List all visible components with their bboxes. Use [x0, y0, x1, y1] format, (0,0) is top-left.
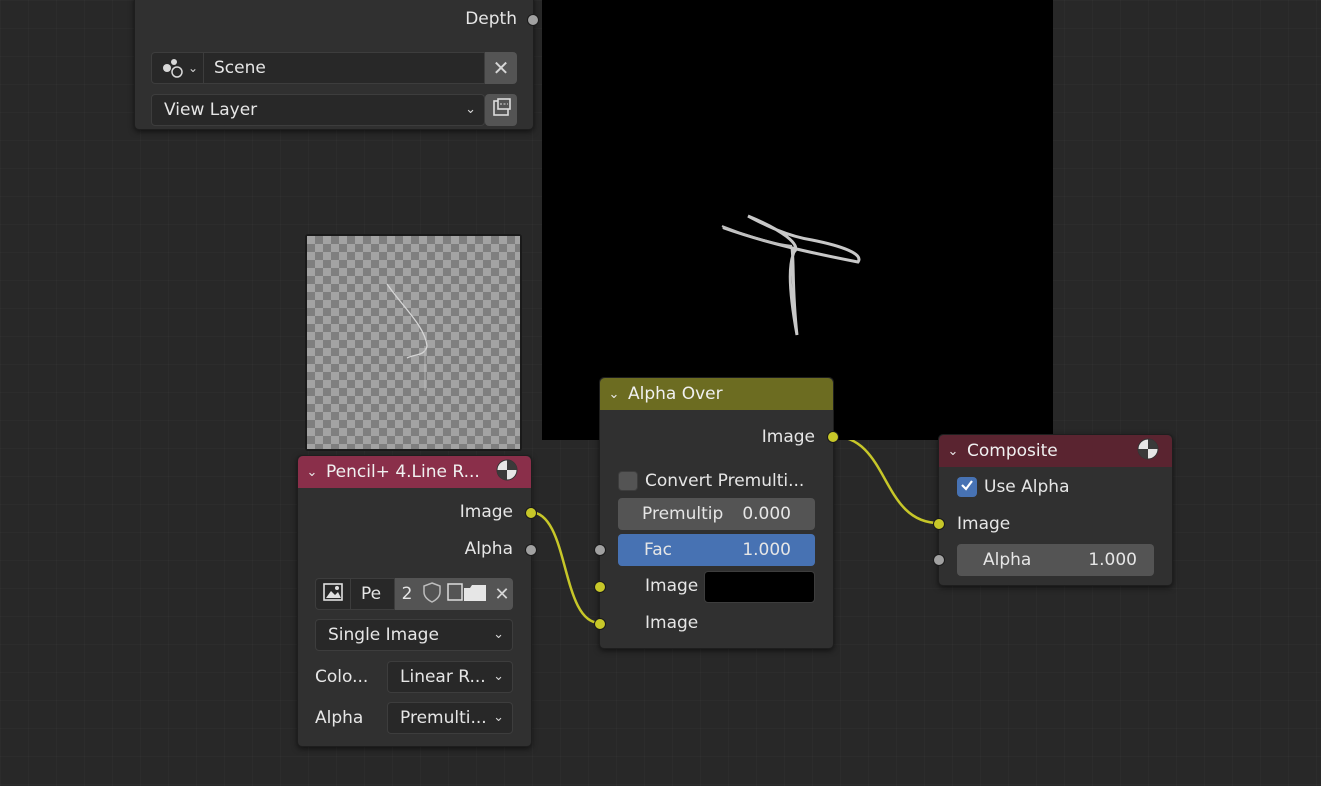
image-browse-button[interactable]	[315, 578, 351, 610]
alpha-mode-label: Alpha	[315, 708, 364, 728]
composite-image-input-label: Image	[957, 514, 1011, 534]
alpha-mode-dropdown[interactable]: Premulti... ⌄	[387, 702, 513, 734]
alpha-output-label: Alpha	[464, 539, 513, 559]
collapse-chevron-icon[interactable]: ⌄	[600, 387, 628, 402]
composite-alpha-value: 1.000	[1088, 550, 1137, 570]
image1-input-label: Image	[645, 576, 699, 596]
fac-input-socket[interactable]	[594, 544, 606, 556]
image-output-socket[interactable]	[525, 507, 537, 519]
image-icon	[322, 581, 344, 608]
composite-alpha-input-socket[interactable]	[933, 554, 945, 566]
scene-name-field[interactable]: Scene	[204, 52, 485, 84]
premultiplied-slider[interactable]: Premultip 0.000	[618, 498, 815, 530]
image-node[interactable]: ⌄ Pencil+ 4.Line R... Image Alpha Pe 2 ✕…	[297, 455, 537, 747]
composite-alpha-label: Alpha	[983, 550, 1032, 570]
depth-output-label: Depth	[465, 9, 517, 29]
render-layers-node[interactable]: Depth ⌄ Scene ✕ View Layer ⌄	[134, 0, 539, 130]
checkmark-icon	[959, 477, 975, 497]
fac-slider[interactable]: Fac 1.000	[618, 534, 815, 566]
composite-header[interactable]: ⌄ Composite	[939, 435, 1172, 467]
image-preview-checkerboard	[307, 236, 520, 449]
chevron-down-icon: ⌄	[493, 710, 504, 725]
composite-title: Composite	[967, 441, 1058, 461]
alpha-over-node[interactable]: ⌄ Alpha Over Image Convert Premulti... P…	[594, 377, 839, 649]
premultiplied-value: 0.000	[742, 504, 791, 524]
image1-color-swatch[interactable]	[704, 571, 815, 603]
chevron-down-icon: ⌄	[465, 102, 476, 117]
scene-name-text: Scene	[214, 58, 266, 78]
link-image-to-alpha-over	[529, 510, 601, 625]
alpha-over-title: Alpha Over	[628, 384, 723, 404]
color-space-text: Linear R...	[400, 667, 486, 687]
close-x-icon: ✕	[494, 583, 510, 605]
alpha-over-header[interactable]: ⌄ Alpha Over	[600, 378, 833, 410]
view-layer-text: View Layer	[164, 100, 258, 120]
unlink-image-button[interactable]: ✕	[491, 578, 513, 610]
image-node-title: Pencil+ 4.Line R...	[326, 462, 480, 482]
image-preview-strokes	[386, 283, 428, 391]
alpha-over-output-socket[interactable]	[827, 431, 839, 443]
render-result-icon[interactable]	[495, 458, 521, 487]
alpha-over-output-label: Image	[761, 427, 815, 447]
chevron-down-icon: ⌄	[493, 627, 504, 642]
use-alpha-checkbox[interactable]	[957, 477, 977, 497]
composite-alpha-slider[interactable]: Alpha 1.000	[957, 544, 1154, 576]
image-node-header[interactable]: ⌄ Pencil+ 4.Line R...	[298, 456, 531, 488]
fac-label: Fac	[644, 540, 672, 560]
node-editor-canvas[interactable]: Depth ⌄ Scene ✕ View Layer ⌄ ⌄ Pencil+ 4…	[0, 0, 1321, 786]
open-image-button[interactable]	[445, 578, 491, 610]
chevron-down-icon: ⌄	[493, 669, 504, 684]
composite-node[interactable]: ⌄ Composite Use Alpha Image Alpha 1.000	[933, 434, 1173, 586]
fake-user-button[interactable]	[419, 578, 445, 610]
image-name-field[interactable]: Pe	[351, 578, 395, 610]
scene-browse-button[interactable]: ⌄	[151, 52, 204, 84]
image-name-text: Pe	[361, 584, 382, 604]
view-layer-dropdown[interactable]: View Layer ⌄	[151, 94, 485, 126]
render-result-icon[interactable]	[1136, 437, 1162, 466]
image-users-count: 2	[401, 584, 413, 604]
image-output-label: Image	[459, 502, 513, 522]
backdrop-strokes	[721, 214, 861, 336]
alpha-output-socket[interactable]	[525, 544, 537, 556]
convert-premultiplied-checkbox[interactable]	[618, 471, 638, 491]
scene-icon	[160, 56, 188, 80]
image-source-text: Single Image	[328, 625, 439, 645]
shield-icon	[422, 581, 442, 608]
convert-premultiplied-label: Convert Premulti...	[645, 471, 805, 491]
image2-input-socket[interactable]	[594, 618, 606, 630]
collapse-chevron-icon[interactable]: ⌄	[939, 444, 967, 459]
render-icon	[490, 97, 512, 124]
chevron-down-icon: ⌄	[188, 61, 199, 75]
image-node-preview-frame	[305, 234, 522, 451]
folder-icon	[446, 580, 490, 609]
close-x-icon: ✕	[492, 56, 510, 80]
depth-output-socket[interactable]	[527, 14, 539, 26]
image-source-dropdown[interactable]: Single Image ⌄	[315, 619, 513, 651]
scene-clear-button[interactable]: ✕	[485, 52, 517, 84]
image2-input-label: Image	[645, 613, 699, 633]
alpha-mode-text: Premulti...	[400, 708, 487, 728]
use-alpha-label: Use Alpha	[984, 477, 1070, 497]
composite-image-input-socket[interactable]	[933, 518, 945, 530]
link-alpha-over-to-composite	[831, 434, 940, 525]
fac-value: 1.000	[742, 540, 791, 560]
color-space-label: Colo...	[315, 667, 369, 687]
image1-input-socket[interactable]	[594, 581, 606, 593]
image-users-button[interactable]: 2	[395, 578, 419, 610]
render-view-layer-button[interactable]	[485, 94, 517, 126]
collapse-chevron-icon[interactable]: ⌄	[298, 465, 326, 480]
color-space-dropdown[interactable]: Linear R... ⌄	[387, 661, 513, 693]
premultiplied-label: Premultip	[642, 504, 724, 524]
backdrop-image	[542, 0, 1053, 440]
